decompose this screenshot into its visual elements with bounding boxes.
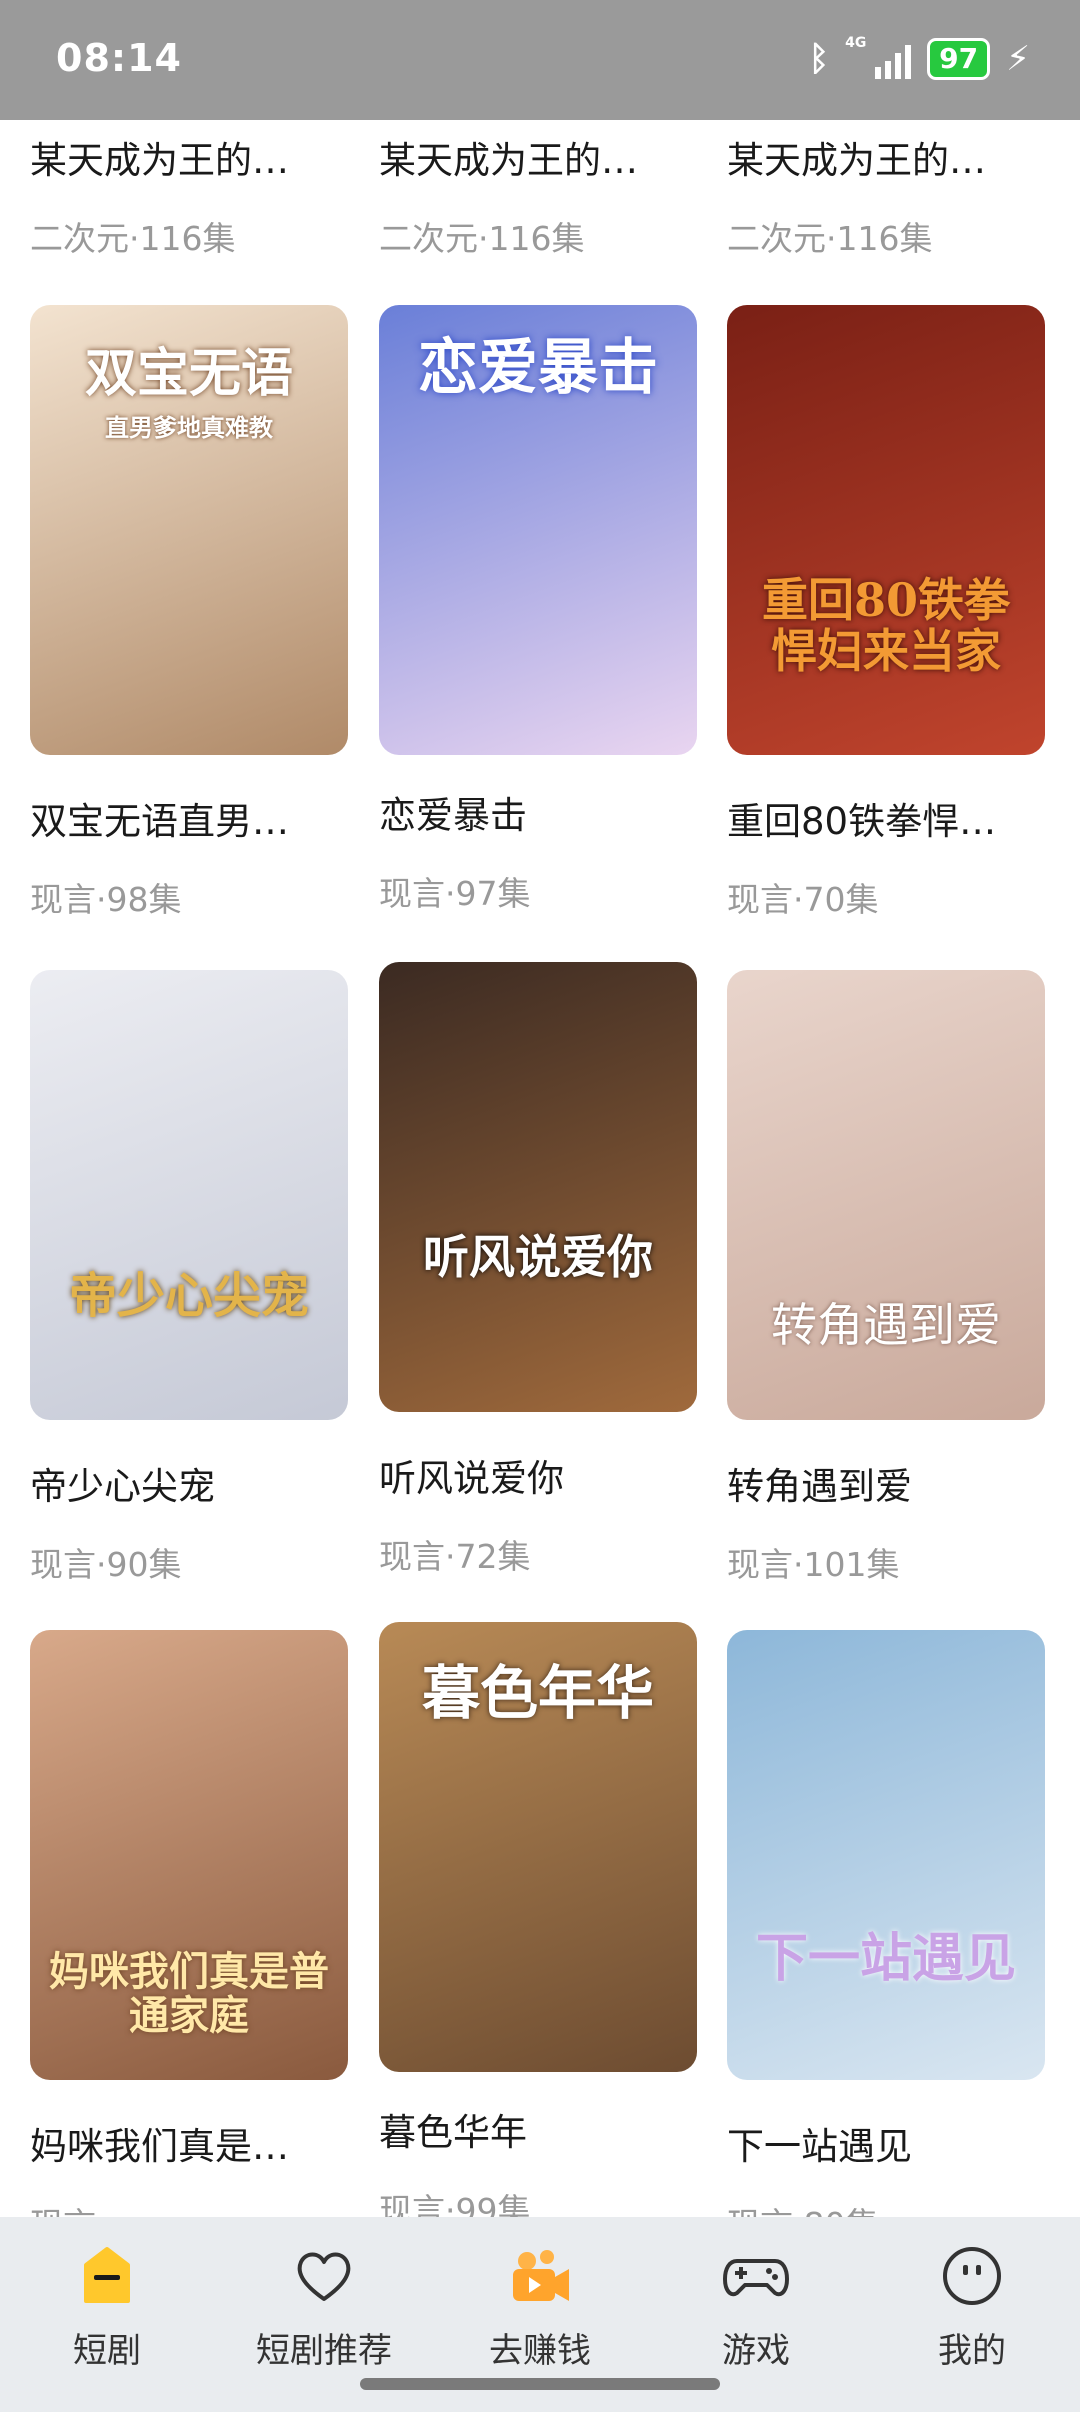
drama-cover[interactable]: 双宝无语 直男爹地真难教	[30, 305, 348, 755]
drama-title: 转角遇到爱	[727, 1465, 912, 1508]
status-time: 08:14	[56, 36, 182, 80]
cover-title-text: 双宝无语	[84, 343, 293, 404]
drama-cover[interactable]: 妈咪我们真是普通家庭	[30, 1630, 348, 2080]
drama-cover[interactable]: 转角遇到爱	[727, 970, 1045, 1420]
drama-title: 某天成为王的…	[727, 139, 986, 182]
nav-label: 游戏	[722, 2331, 790, 2371]
short-drama-icon	[72, 2241, 142, 2311]
home-indicator[interactable]	[360, 2378, 720, 2390]
cover-subtitle-text: 直男爹地真难教	[105, 413, 273, 442]
drama-card[interactable]: 某天成为王的… 二次元·116集	[727, 130, 1045, 260]
drama-title: 暮色华年	[379, 2111, 527, 2154]
nav-tab-earn[interactable]: 去赚钱	[465, 2241, 615, 2372]
drama-card[interactable]: 妈咪我们真是普通家庭 妈咪我们真是… 现言·	[30, 1630, 348, 2217]
cover-title-text: 重回80铁拳悍妇来当家	[761, 573, 1010, 678]
drama-cover[interactable]: 重回80铁拳悍妇来当家	[727, 305, 1045, 755]
status-bar: 08:14 ᛒ 4G 97 ⚡	[0, 0, 1080, 120]
drama-meta: 二次元·116集	[727, 219, 933, 258]
drama-card[interactable]: 双宝无语 直男爹地真难教 双宝无语直男… 现言·98集	[30, 305, 348, 921]
drama-cover[interactable]: 下一站遇见	[727, 1630, 1045, 2080]
drama-meta: 二次元·116集	[30, 219, 236, 258]
drama-title: 听风说爱你	[379, 1457, 564, 1500]
nav-label: 去赚钱	[489, 2331, 591, 2371]
battery-indicator: 97	[927, 38, 991, 80]
drama-meta: 现言·72集	[379, 1537, 531, 1576]
cellular-signal-icon: 4G	[845, 35, 912, 79]
nav-tab-mine[interactable]: 我的	[897, 2241, 1047, 2372]
drama-card[interactable]: 帝少心尖宠 帝少心尖宠 现言·90集	[30, 970, 348, 1586]
drama-title: 双宝无语直男…	[30, 800, 289, 843]
drama-meta: 现言·99集	[379, 2191, 531, 2217]
drama-grid[interactable]: 某天成为王的… 二次元·116集 某天成为王的… 二次元·116集 某天成为王的…	[0, 120, 1080, 2217]
drama-meta: 现言·	[30, 2198, 348, 2217]
nav-label: 短剧	[73, 2331, 141, 2371]
cover-title-text: 暮色年华	[421, 1659, 654, 1727]
cover-title-text: 妈咪我们真是普通家庭	[49, 1948, 329, 2039]
drama-cover[interactable]: 帝少心尖宠	[30, 970, 348, 1420]
drama-card[interactable]: 转角遇到爱 转角遇到爱 现言·101集	[727, 970, 1045, 1586]
drama-card[interactable]: 某天成为王的… 二次元·116集	[30, 130, 348, 260]
nav-tab-drama-recommend[interactable]: 短剧推荐	[249, 2241, 399, 2372]
drama-card[interactable]: 下一站遇见 下一站遇见 现言·80集	[727, 1630, 1045, 2217]
drama-cover[interactable]: 恋爱暴击	[379, 305, 697, 755]
cover-title-text: 恋爱暴击	[418, 333, 658, 403]
gamepad-icon	[721, 2241, 791, 2311]
drama-card[interactable]: 重回80铁拳悍妇来当家 重回80铁拳悍… 现言·70集	[727, 305, 1045, 921]
drama-title: 下一站遇见	[727, 2125, 912, 2168]
drama-cover[interactable]: 听风说爱你	[379, 962, 697, 1412]
nav-label: 我的	[938, 2331, 1006, 2371]
cover-title-text: 下一站遇见	[755, 1928, 1016, 1989]
drama-title: 帝少心尖宠	[30, 1465, 215, 1508]
drama-card[interactable]: 恋爱暴击 恋爱暴击 现言·97集	[379, 305, 697, 915]
drama-meta: 现言·70集	[727, 880, 879, 919]
drama-title: 重回80铁拳悍…	[727, 800, 997, 843]
profile-face-icon	[937, 2241, 1007, 2311]
cover-title-text: 帝少心尖宠	[68, 1268, 309, 1324]
video-coin-icon	[505, 2241, 575, 2311]
drama-title: 妈咪我们真是…	[30, 2125, 289, 2168]
drama-title: 某天成为王的…	[379, 139, 638, 182]
drama-card[interactable]: 暮色年华 暮色华年 现言·99集	[379, 1622, 697, 2217]
network-type-label: 4G	[845, 35, 867, 51]
drama-title: 恋爱暴击	[379, 794, 527, 837]
drama-title: 某天成为王的…	[30, 139, 289, 182]
charging-icon: ⚡	[1006, 39, 1030, 79]
drama-meta: 现言·97集	[379, 874, 531, 913]
app-root: 08:14 ᛒ 4G 97 ⚡ 某天成为王的… 二次元·116集 某天成为王的……	[0, 0, 1080, 2412]
cover-title-text: 听风说爱你	[423, 1230, 653, 1284]
drama-meta: 现言·101集	[727, 1545, 900, 1584]
status-icons: ᛒ 4G 97 ⚡	[808, 35, 1030, 80]
grid-row-top: 某天成为王的… 二次元·116集 某天成为王的… 二次元·116集 某天成为王的…	[0, 120, 1080, 280]
drama-card[interactable]: 某天成为王的… 二次元·116集	[379, 130, 697, 260]
cover-title-text: 转角遇到爱	[771, 1298, 1001, 1352]
drama-meta: 现言·90集	[30, 1545, 182, 1584]
signal-bars	[875, 45, 912, 79]
drama-meta: 现言·80集	[727, 2198, 1045, 2217]
nav-tab-short-drama[interactable]: 短剧	[32, 2241, 182, 2372]
drama-meta: 二次元·116集	[379, 219, 585, 258]
nav-tab-games[interactable]: 游戏	[681, 2241, 831, 2372]
bluetooth-icon: ᛒ	[808, 39, 830, 79]
drama-cover[interactable]: 暮色年华	[379, 1622, 697, 2072]
heart-icon	[289, 2241, 359, 2311]
drama-meta: 现言·98集	[30, 880, 182, 919]
drama-card[interactable]: 听风说爱你 听风说爱你 现言·72集	[379, 962, 697, 1578]
nav-label: 短剧推荐	[256, 2331, 392, 2371]
